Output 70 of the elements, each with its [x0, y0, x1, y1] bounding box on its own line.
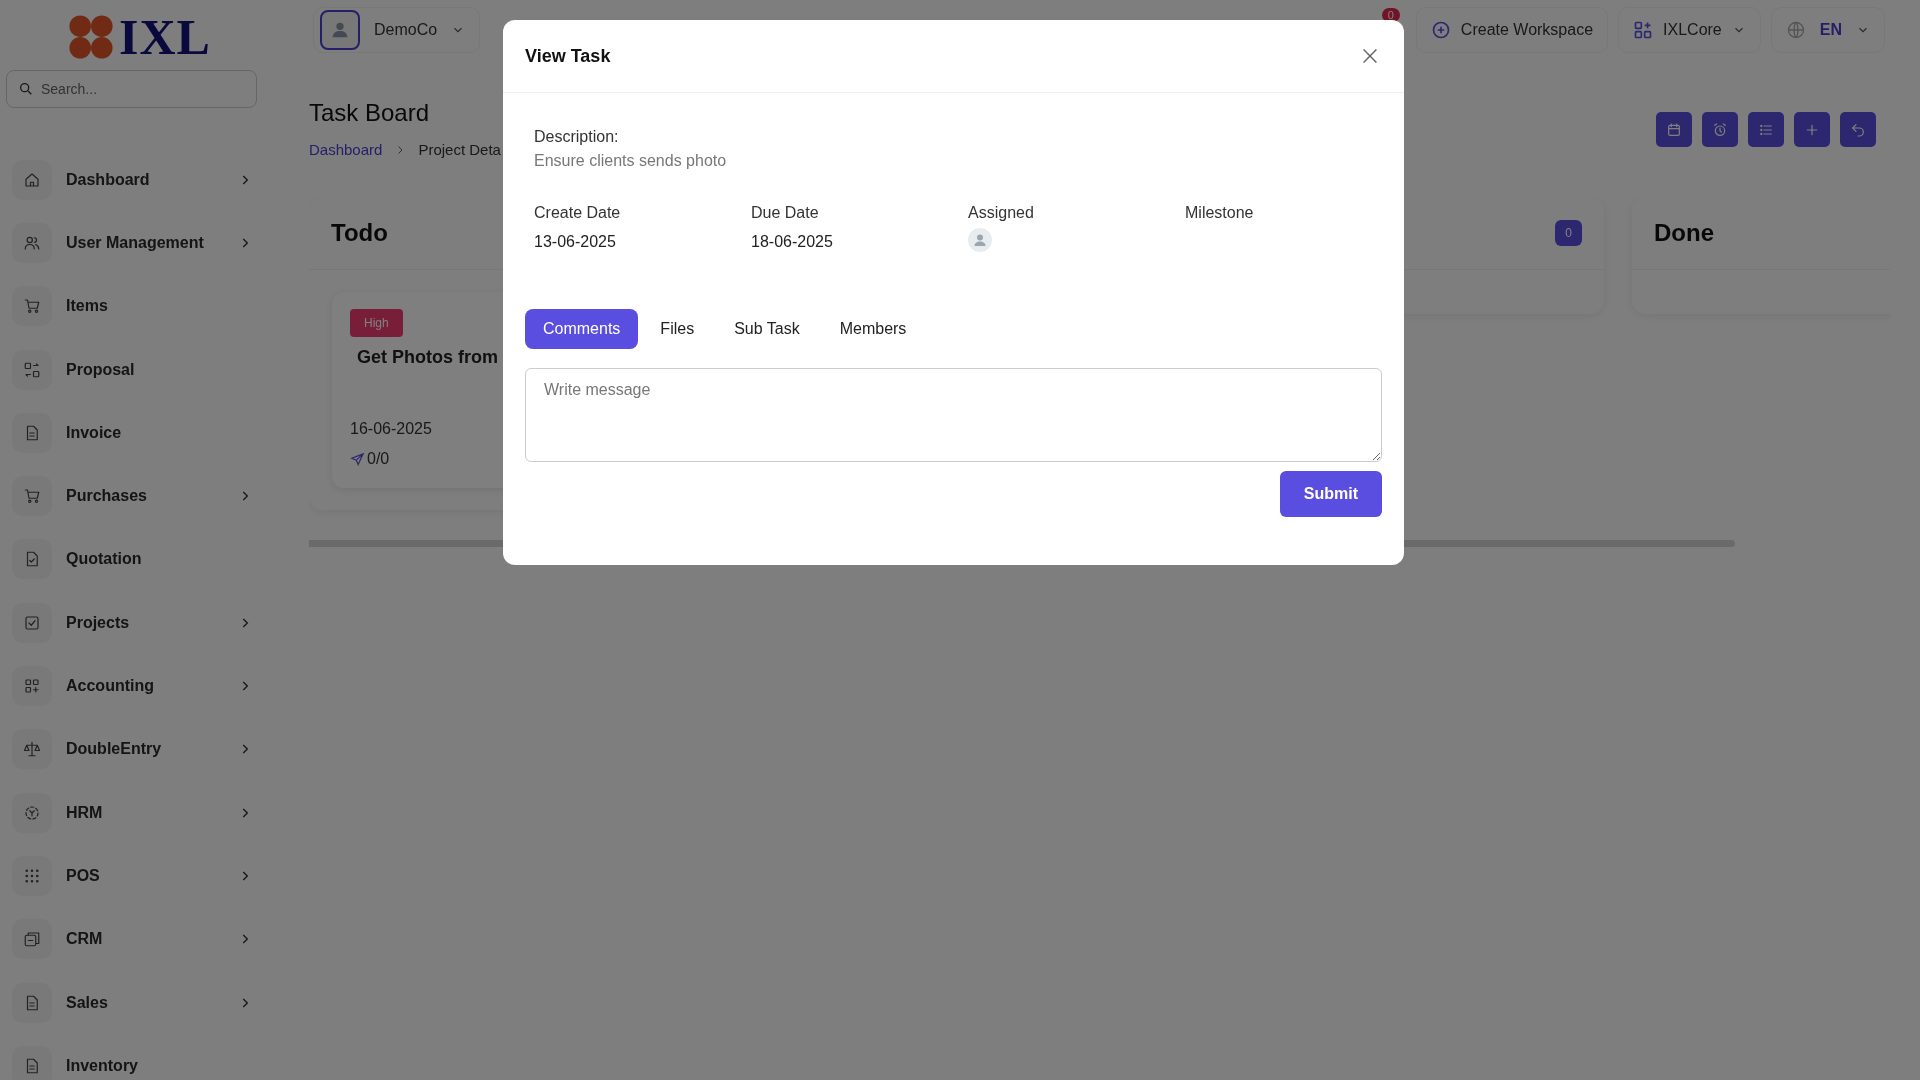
sidebar-item[interactable]: Accounting: [0, 654, 270, 718]
language-dropdown[interactable]: EN: [1770, 7, 1885, 53]
menu-icon: [23, 930, 41, 949]
menu-icon: [23, 740, 41, 759]
sidebar-item[interactable]: Dashboard: [0, 148, 270, 212]
menu-icon: [23, 360, 41, 379]
sidebar-item[interactable]: POS: [0, 844, 270, 908]
sidebar-item[interactable]: Items: [0, 274, 270, 338]
count-badge: 0: [1555, 220, 1582, 246]
send-icon: [350, 451, 365, 467]
logo-icon: [67, 13, 116, 61]
toolbar-icon: [1666, 121, 1682, 138]
sidebar-item[interactable]: HRM: [0, 780, 270, 845]
column-title: Done: [1654, 219, 1714, 247]
sidebar-item[interactable]: Invoice: [0, 401, 270, 465]
create-workspace-button[interactable]: Create Workspace: [1415, 7, 1609, 53]
sidebar-item[interactable]: Quotation: [0, 527, 270, 592]
tab[interactable]: Members: [821, 309, 925, 349]
menu-icon: [23, 487, 41, 506]
toolbar-button[interactable]: [1702, 112, 1738, 147]
tab[interactable]: Sub Task: [716, 309, 818, 349]
field-label: Assigned: [968, 204, 1035, 222]
menu-icon: [23, 866, 41, 885]
field-value: 18-06-2025: [751, 233, 834, 251]
sidebar-item[interactable]: Inventory: [0, 1034, 270, 1080]
submit-button[interactable]: Submit: [1279, 471, 1382, 517]
search-field[interactable]: Search...: [6, 70, 257, 108]
toolbar-button[interactable]: [1794, 112, 1830, 147]
notification-badge: 0: [1381, 8, 1400, 22]
priority-tag: High: [350, 309, 403, 337]
sidebar-item[interactable]: DoubleEntry: [0, 717, 270, 781]
page-title: Task Board: [309, 99, 431, 127]
sidebar-item[interactable]: Proposal: [0, 337, 270, 402]
menu-icon: [23, 803, 41, 822]
column-title: Todo: [331, 219, 388, 247]
breadcrumb-current: Project Deta: [418, 141, 501, 158]
description-label: Description:: [534, 128, 620, 146]
sidebar-item[interactable]: Purchases: [0, 464, 270, 528]
toolbar-icon: [1850, 121, 1866, 138]
globe-icon: [1785, 20, 1806, 40]
tab[interactable]: Files: [642, 309, 713, 349]
search-icon: [18, 81, 34, 97]
field-label: Create Date: [534, 204, 622, 222]
menu-icon: [23, 613, 41, 632]
message-field[interactable]: Write message: [525, 368, 1382, 462]
sidebar-item[interactable]: Sales: [0, 970, 270, 1035]
logo-text: IXL: [119, 8, 211, 66]
task-title: Get Photos from: [357, 347, 499, 368]
sidebar-item[interactable]: CRM: [0, 907, 270, 971]
toolbar-icon: [1712, 121, 1728, 138]
menu-icon: [23, 677, 41, 695]
field-value: 13-06-2025: [534, 233, 617, 251]
avatar-icon: [968, 228, 992, 252]
menu-icon: [23, 297, 41, 316]
breadcrumb-link[interactable]: Dashboard: [309, 141, 383, 158]
apps-icon: [1633, 20, 1654, 40]
workspace-dropdown[interactable]: DemoCo: [313, 7, 481, 53]
sidebar-item[interactable]: Projects: [0, 591, 270, 655]
toolbar-button[interactable]: [1840, 112, 1876, 147]
description-text: Ensure clients sends photo: [534, 152, 728, 170]
field-label: Due Date: [751, 204, 820, 222]
modal-title: View Task: [525, 45, 611, 67]
plus-circle-icon: [1430, 20, 1451, 40]
toolbar-button[interactable]: [1748, 112, 1784, 147]
app-dropdown[interactable]: IXLCore: [1618, 7, 1761, 53]
field-label: Milestone: [1185, 204, 1255, 222]
sidebar-item[interactable]: User Management: [0, 211, 270, 275]
toolbar-button[interactable]: [1656, 112, 1692, 147]
task-date: 16-06-2025: [350, 420, 433, 438]
tab[interactable]: Comments: [525, 309, 639, 349]
